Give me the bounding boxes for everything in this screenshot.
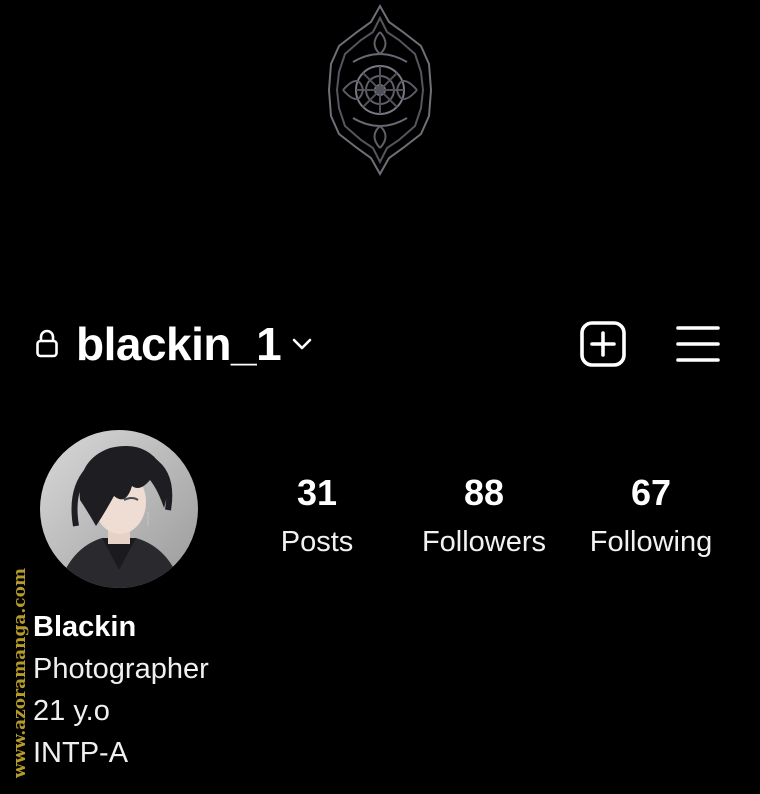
following-count: 67 <box>630 472 672 513</box>
bio-line-personality: INTP-A <box>33 737 129 769</box>
profile-avatar[interactable] <box>40 430 198 588</box>
followers-count: 88 <box>463 472 505 513</box>
display-name: Blackin <box>33 611 137 643</box>
hamburger-menu-icon[interactable] <box>675 322 721 366</box>
following-stat[interactable]: 67 Following <box>576 470 726 562</box>
plus-square-icon[interactable] <box>579 320 627 368</box>
profile-bio: Blackin Photographer 21 y.o INTP-A <box>33 606 209 774</box>
followers-label: Followers <box>421 526 547 558</box>
lock-icon <box>36 329 58 358</box>
watermark: www.azoramanga.com <box>10 568 30 779</box>
bio-line-age: 21 y.o <box>33 695 110 727</box>
following-label: Following <box>589 526 713 558</box>
profile-header: blackin_1 <box>0 312 760 376</box>
followers-stat[interactable]: 88 Followers <box>409 470 559 562</box>
posts-label: Posts <box>280 526 354 558</box>
chevron-down-icon[interactable] <box>291 336 313 352</box>
bio-line-occupation: Photographer <box>33 653 209 685</box>
username[interactable]: blackin_1 <box>76 316 282 372</box>
posts-stat[interactable]: 31 Posts <box>242 470 392 562</box>
posts-count: 31 <box>296 472 338 513</box>
ornament-logo <box>327 3 433 177</box>
watermark-text: www.azoramanga.com <box>10 568 30 779</box>
